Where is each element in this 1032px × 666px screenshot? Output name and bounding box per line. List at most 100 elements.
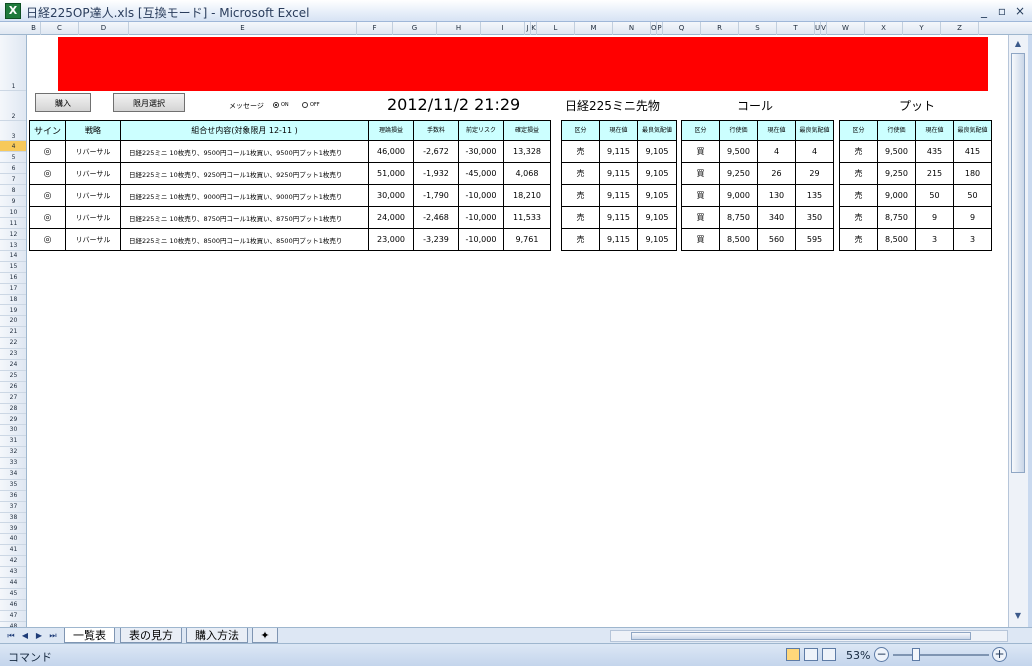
tab-list[interactable]: 一覧表 xyxy=(64,628,115,643)
row-header[interactable]: 9 xyxy=(0,196,26,207)
table-cell[interactable]: -2,468 xyxy=(413,206,459,229)
worksheet[interactable]: 購入 限月選択 メッセージ ON OFF 2012/11/2 21:29 日経2… xyxy=(27,35,1008,627)
excel-app-icon[interactable]: X xyxy=(5,3,21,19)
table-cell[interactable]: 売 xyxy=(839,184,878,207)
table-cell[interactable]: 51,000 xyxy=(368,162,414,185)
table-cell[interactable]: 180 xyxy=(953,162,992,185)
message-off-radio[interactable] xyxy=(302,102,308,108)
row-header[interactable]: 3 xyxy=(0,121,26,141)
table-cell[interactable]: 売 xyxy=(561,228,600,251)
zoom-in-icon[interactable]: + xyxy=(992,647,1007,662)
table-cell[interactable]: ◎ xyxy=(29,206,66,229)
row-header[interactable]: 10 xyxy=(0,207,26,218)
table-cell[interactable]: 9,115 xyxy=(599,162,638,185)
table-cell[interactable]: 買 xyxy=(681,206,720,229)
column-header[interactable]: C xyxy=(41,22,79,35)
table-cell[interactable]: 9,115 xyxy=(599,140,638,163)
table-cell[interactable]: -45,000 xyxy=(458,162,504,185)
table-cell[interactable]: 415 xyxy=(953,140,992,163)
table-cell[interactable]: 売 xyxy=(561,140,600,163)
table-cell[interactable]: 売 xyxy=(561,206,600,229)
row-header[interactable]: 7 xyxy=(0,174,26,185)
table-cell[interactable]: 26 xyxy=(757,162,796,185)
table-cell[interactable]: 3 xyxy=(953,228,992,251)
column-header[interactable]: L xyxy=(537,22,575,35)
table-cell[interactable]: -10,000 xyxy=(458,184,504,207)
column-header[interactable]: E xyxy=(129,22,357,35)
horizontal-scrollbar[interactable] xyxy=(610,630,1008,642)
table-cell[interactable]: 24,000 xyxy=(368,206,414,229)
last-sheet-icon[interactable]: ⏭ xyxy=(48,630,58,641)
row-header[interactable]: 32 xyxy=(0,447,26,459)
table-cell[interactable]: 4 xyxy=(757,140,796,163)
message-on-radio[interactable] xyxy=(273,102,279,108)
table-cell[interactable]: ◎ xyxy=(29,184,66,207)
table-cell[interactable]: 9 xyxy=(953,206,992,229)
table-cell[interactable]: 46,000 xyxy=(368,140,414,163)
table-cell[interactable]: 595 xyxy=(795,228,834,251)
table-cell[interactable]: 9,500 xyxy=(877,140,916,163)
column-header[interactable]: X xyxy=(865,22,903,35)
row-header[interactable]: 45 xyxy=(0,589,26,600)
table-cell[interactable]: 9,000 xyxy=(719,184,758,207)
table-cell[interactable]: -10,000 xyxy=(458,206,504,229)
table-cell[interactable]: 買 xyxy=(681,228,720,251)
table-cell[interactable]: 8,750 xyxy=(877,206,916,229)
table-cell[interactable]: 日経225ミニ 10枚売り、8750円コール1枚買い、8750円プット1枚売り xyxy=(120,206,369,229)
table-cell[interactable]: 売 xyxy=(839,206,878,229)
column-header[interactable]: R xyxy=(701,22,739,35)
row-header[interactable]: 15 xyxy=(0,262,26,273)
row-header[interactable]: 40 xyxy=(0,534,26,546)
row-header[interactable]: 44 xyxy=(0,578,26,589)
month-select-button[interactable]: 限月選択 xyxy=(113,93,185,112)
table-cell[interactable]: リバーサル xyxy=(65,228,121,251)
row-header[interactable]: 33 xyxy=(0,458,26,469)
row-header[interactable]: 4 xyxy=(0,141,26,152)
row-header[interactable]: 41 xyxy=(0,545,26,557)
table-cell[interactable]: ◎ xyxy=(29,228,66,251)
column-header[interactable]: Z xyxy=(941,22,979,35)
table-cell[interactable]: 3 xyxy=(915,228,954,251)
row-header[interactable]: 27 xyxy=(0,393,26,404)
table-cell[interactable]: 9,761 xyxy=(503,228,551,251)
row-header[interactable]: 22 xyxy=(0,338,26,350)
insert-sheet-icon[interactable]: ✦ xyxy=(252,628,278,643)
row-header[interactable]: 46 xyxy=(0,600,26,611)
row-header[interactable]: 16 xyxy=(0,273,26,284)
table-cell[interactable]: 29 xyxy=(795,162,834,185)
row-header[interactable]: 12 xyxy=(0,229,26,240)
row-header[interactable]: 11 xyxy=(0,218,26,229)
vertical-scrollbar[interactable]: ▲ ▼ xyxy=(1008,35,1028,627)
row-header[interactable]: 34 xyxy=(0,469,26,480)
table-cell[interactable]: 9,105 xyxy=(637,228,677,251)
table-cell[interactable]: リバーサル xyxy=(65,140,121,163)
table-cell[interactable]: ◎ xyxy=(29,162,66,185)
zoom-out-icon[interactable]: − xyxy=(874,647,889,662)
table-cell[interactable]: 9,115 xyxy=(599,228,638,251)
table-cell[interactable]: -1,932 xyxy=(413,162,459,185)
table-cell[interactable]: 50 xyxy=(915,184,954,207)
buy-button[interactable]: 購入 xyxy=(35,93,91,112)
row-header[interactable]: 36 xyxy=(0,491,26,502)
row-header[interactable]: 14 xyxy=(0,251,26,262)
table-cell[interactable]: -30,000 xyxy=(458,140,504,163)
row-header[interactable]: 19 xyxy=(0,306,26,317)
row-header[interactable]: 30 xyxy=(0,425,26,437)
row-header[interactable]: 17 xyxy=(0,284,26,295)
table-cell[interactable]: -2,672 xyxy=(413,140,459,163)
row-header[interactable]: 42 xyxy=(0,556,26,568)
table-cell[interactable]: 9,115 xyxy=(599,184,638,207)
close-button[interactable]: × xyxy=(1012,3,1028,19)
table-cell[interactable]: 売 xyxy=(839,162,878,185)
table-cell[interactable]: 8,500 xyxy=(877,228,916,251)
table-cell[interactable]: 50 xyxy=(953,184,992,207)
table-cell[interactable]: 560 xyxy=(757,228,796,251)
table-cell[interactable]: 日経225ミニ 10枚売り、9000円コール1枚買い、9000円プット1枚売り xyxy=(120,184,369,207)
row-header[interactable]: 8 xyxy=(0,185,26,196)
table-cell[interactable]: 130 xyxy=(757,184,796,207)
column-header[interactable]: S xyxy=(739,22,777,35)
table-cell[interactable]: 9,500 xyxy=(719,140,758,163)
column-header[interactable]: B xyxy=(27,22,41,35)
table-cell[interactable]: 9,250 xyxy=(719,162,758,185)
row-header[interactable]: 13 xyxy=(0,240,26,251)
